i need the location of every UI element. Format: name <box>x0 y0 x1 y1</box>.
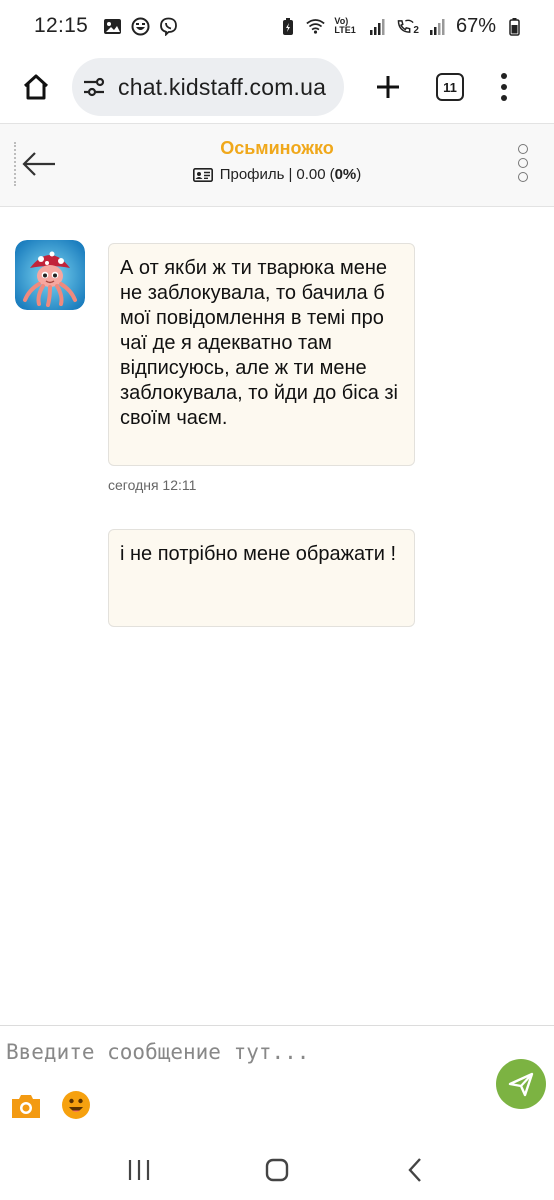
message-composer <box>0 1025 554 1140</box>
nav-back-icon <box>408 1158 421 1182</box>
percent-value: 0% <box>334 166 357 183</box>
gallery-icon <box>103 17 122 36</box>
chat-title[interactable]: Осьминожко <box>0 138 554 159</box>
more-vert-icon <box>501 73 507 79</box>
address-bar[interactable]: chat.kidstaff.com.ua <box>72 58 344 116</box>
message-bubble: А от якби ж ти тварюка мене не заблокува… <box>108 243 415 466</box>
header-more-button[interactable] <box>518 144 528 182</box>
recent-apps-button[interactable] <box>119 1150 159 1190</box>
recent-apps-icon <box>128 1160 150 1180</box>
home-button[interactable] <box>14 65 58 109</box>
nav-home-button[interactable] <box>257 1150 297 1190</box>
camera-button[interactable] <box>10 1092 42 1120</box>
browser-menu-button[interactable] <box>494 65 514 109</box>
emoji-button[interactable] <box>61 1090 91 1120</box>
tune-icon[interactable] <box>82 75 106 99</box>
new-tab-button[interactable] <box>366 65 410 109</box>
plus-icon <box>377 76 399 98</box>
emoji-icon <box>62 1091 90 1119</box>
camera-icon <box>12 1095 40 1118</box>
network-type-label: Vo) LTE1 <box>334 16 356 35</box>
battery-percent: 67% <box>455 14 496 37</box>
separator: | <box>288 166 293 183</box>
nav-home-icon <box>265 1158 289 1182</box>
sim2-label: 2 <box>413 24 419 36</box>
chat-header: Осьминожко Профиль | 0.00 (0%) <box>0 123 554 207</box>
octopus-avatar-image <box>15 240 85 310</box>
tab-switcher-button[interactable]: 11 <box>436 73 464 101</box>
screen: 12:15 Vo) LTE1 2 67% chat.kidstaff.com.u… <box>0 0 554 1200</box>
status-bar: 12:15 Vo) LTE1 2 67% <box>0 0 554 52</box>
nav-back-button[interactable] <box>395 1150 435 1190</box>
signal-icon <box>367 17 386 36</box>
system-nav-bar <box>0 1140 554 1200</box>
chat-subtitle: Профиль | 0.00 (0%) <box>0 166 554 183</box>
viber-icon <box>159 17 178 36</box>
message-timestamp: сегодня 12:11 <box>108 477 197 493</box>
send-button[interactable] <box>496 1059 546 1109</box>
home-icon <box>23 74 49 100</box>
profile-link[interactable]: Профиль <box>220 166 285 183</box>
signal-2-icon <box>428 17 447 36</box>
laugh-emoji-icon <box>131 17 150 36</box>
balance-value: 0.00 <box>296 166 326 183</box>
avatar[interactable] <box>15 240 85 310</box>
url-text: chat.kidstaff.com.ua <box>118 73 327 100</box>
browser-toolbar: chat.kidstaff.com.ua 11 <box>0 52 554 122</box>
more-vert-circles-icon <box>518 144 528 154</box>
wifi-icon <box>306 17 326 36</box>
battery-saver-icon <box>278 17 297 36</box>
message-input[interactable] <box>6 1032 486 1072</box>
message-bubble: і не потрібно мене ображати ! <box>108 529 415 627</box>
send-icon <box>508 1072 534 1097</box>
battery-icon <box>505 17 524 36</box>
wifi-calling-icon <box>395 17 415 36</box>
percent-group: (0%) <box>329 166 362 183</box>
id-card-icon <box>192 167 213 182</box>
status-time: 12:15 <box>34 14 89 37</box>
